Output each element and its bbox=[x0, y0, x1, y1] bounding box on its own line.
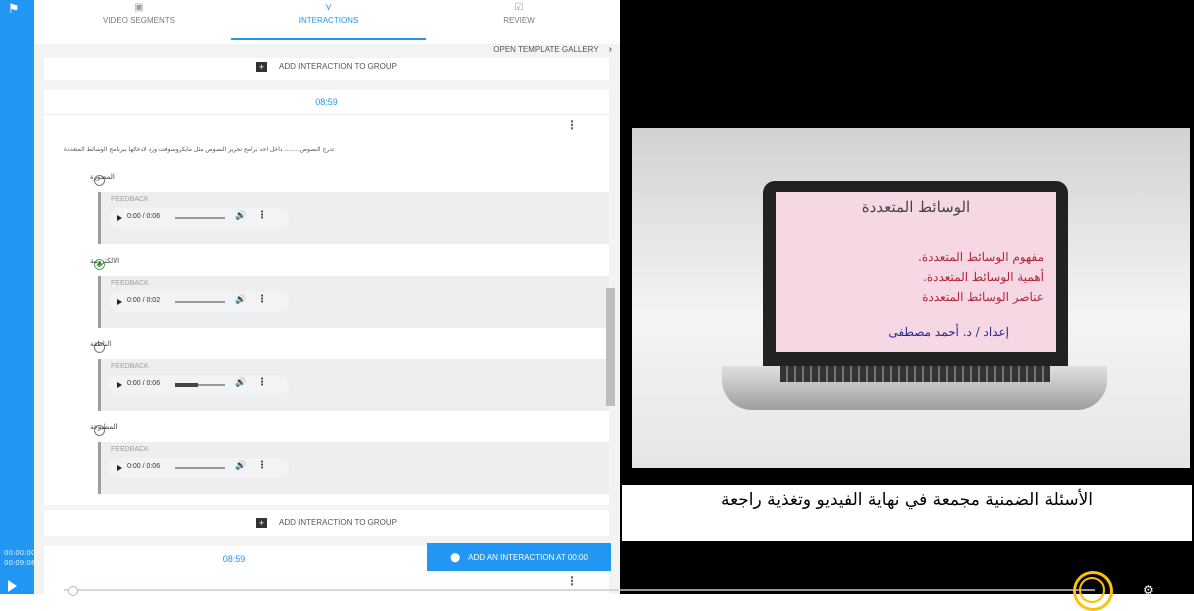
audio-progress bbox=[175, 383, 198, 387]
audio-player[interactable]: 0:00 / 0:06 🔊 ⋮ bbox=[109, 458, 289, 478]
more-options-icon[interactable]: ⋮ bbox=[257, 210, 267, 221]
total-time: 00:09:08 bbox=[4, 559, 36, 567]
audio-time: 0:00 / 0:02 bbox=[127, 297, 161, 304]
play-icon[interactable] bbox=[117, 465, 122, 471]
timeline-track[interactable] bbox=[34, 586, 619, 596]
feedback-box: FEEDBACK 0:00 / 0:06 🔊 ⋮ bbox=[98, 359, 609, 411]
feedback-label: FEEDBACK bbox=[111, 363, 149, 370]
audio-player[interactable]: 0:00 / 0:06 🔊 ⋮ bbox=[109, 375, 289, 395]
video-caption: الأسئلة الضمنية مجمعة في نهاية الفيديو و… bbox=[622, 485, 1192, 541]
review-icon: ☑ bbox=[514, 2, 524, 13]
add-interaction-to-group-button[interactable]: + ADD INTERACTION TO GROUP bbox=[44, 510, 609, 536]
audio-time: 0:00 / 0:06 bbox=[127, 463, 161, 470]
feedback-box: FEEDBACK 0:00 / 0:06 🔊 ⋮ bbox=[98, 192, 609, 244]
feedback-box: FEEDBACK 0:00 / 0:02 🔊 ⋮ bbox=[98, 276, 609, 328]
question-text: تدرج النصوص........ داخل احد برامج تحرير… bbox=[64, 146, 335, 153]
timeline-line bbox=[64, 589, 619, 591]
interaction-timestamp[interactable]: 08:59 bbox=[44, 546, 424, 572]
location-pin-icon: ⬤ bbox=[450, 552, 461, 562]
slide-line: أهمية الوسائط المتعددة. bbox=[923, 270, 1044, 284]
feedback-label: FEEDBACK bbox=[111, 280, 149, 287]
tab-bar: ▣ VIDEO SEGMENTS ⋎ INTERACTIONS ☑ REVIEW bbox=[34, 0, 620, 44]
video-icon: ▣ bbox=[134, 2, 144, 13]
more-options-icon[interactable]: ⋮ bbox=[257, 294, 267, 305]
open-template-gallery-link[interactable]: OPEN TEMPLATE GALLERY › bbox=[493, 44, 612, 55]
active-tab-indicator bbox=[231, 38, 426, 40]
option-label: الالكترونية bbox=[90, 257, 120, 265]
volume-icon[interactable]: 🔊 bbox=[235, 295, 246, 305]
audio-player[interactable]: 0:00 / 0:06 🔊 ⋮ bbox=[109, 208, 289, 228]
add-group-label: ADD INTERACTION TO GROUP bbox=[279, 518, 397, 527]
play-icon[interactable] bbox=[117, 215, 122, 221]
left-rail: ⚑ 00:00:00 00:09:08 bbox=[0, 0, 35, 594]
tab-label: REVIEW bbox=[503, 16, 535, 25]
slide-author: إعداد / د. أحمد مصطفى bbox=[888, 325, 1009, 339]
add-interaction-at-time-button[interactable]: ⬤ ADD AN INTERACTION AT 00:00 bbox=[427, 543, 611, 571]
volume-icon[interactable]: 🔊 bbox=[235, 461, 246, 471]
audio-time: 0:00 / 0:06 bbox=[127, 213, 161, 220]
slide-line: مفهوم الوسائط المتعددة. bbox=[918, 250, 1044, 264]
laptop-keyboard bbox=[780, 366, 1050, 382]
audio-seek-bar[interactable] bbox=[175, 217, 225, 219]
option-label: المصورة bbox=[90, 173, 115, 181]
audio-time: 0:00 / 0:06 bbox=[127, 380, 161, 387]
logo-icon: ⚑ bbox=[8, 2, 20, 17]
tab-video-segments[interactable]: ▣ VIDEO SEGMENTS bbox=[64, 0, 214, 40]
video-time-readout: 00:00:00 00:09:08 bbox=[4, 548, 35, 568]
interactions-icon: ⋎ bbox=[324, 2, 333, 13]
option-label: الناطقة bbox=[90, 340, 112, 348]
add-group-icon: + bbox=[256, 61, 268, 72]
option-label: المطبوعة bbox=[90, 423, 118, 431]
play-icon[interactable] bbox=[8, 580, 17, 592]
feedback-label: FEEDBACK bbox=[111, 446, 149, 453]
chevron-right-icon: › bbox=[608, 44, 612, 55]
highlight-circle-inner bbox=[1079, 577, 1105, 603]
audio-player[interactable]: 0:00 / 0:02 🔊 ⋮ bbox=[109, 292, 289, 312]
video-seek-bar[interactable] bbox=[620, 589, 1095, 591]
more-options-icon[interactable]: ⋮ bbox=[566, 118, 578, 132]
audio-seek-bar[interactable] bbox=[175, 301, 225, 303]
add-group-label: ADD INTERACTION TO GROUP bbox=[279, 62, 397, 71]
add-interaction-to-group-button[interactable]: + ADD INTERACTION TO GROUP bbox=[44, 58, 609, 80]
tab-review[interactable]: ☑ REVIEW bbox=[444, 0, 594, 40]
interaction-timestamp[interactable]: 08:59 bbox=[44, 90, 609, 115]
audio-seek-bar[interactable] bbox=[175, 383, 225, 387]
feedback-box: FEEDBACK 0:00 / 0:06 🔊 ⋮ bbox=[98, 442, 609, 494]
volume-icon[interactable]: 🔊 bbox=[235, 378, 246, 388]
slide-title: الوسائط المتعددة bbox=[861, 198, 971, 216]
tab-interactions[interactable]: ⋎ INTERACTIONS bbox=[231, 0, 426, 40]
current-time: 00:00:00 bbox=[4, 549, 36, 557]
add-group-icon: + bbox=[256, 517, 268, 528]
gear-icon[interactable]: ⚙ bbox=[1143, 583, 1154, 597]
interactions-panel: ▣ VIDEO SEGMENTS ⋎ INTERACTIONS ☑ REVIEW… bbox=[34, 0, 620, 594]
add-interaction-label: ADD AN INTERACTION AT 00:00 bbox=[468, 553, 588, 562]
slide-line: عناصر الوسائط المتعددة bbox=[922, 290, 1044, 304]
feedback-label: FEEDBACK bbox=[111, 196, 149, 203]
panel-scrollbar[interactable] bbox=[606, 288, 615, 406]
play-icon[interactable] bbox=[117, 299, 122, 305]
audio-seek-bar[interactable] bbox=[175, 467, 225, 469]
more-options-icon[interactable]: ⋮ bbox=[257, 460, 267, 471]
timeline-handle[interactable] bbox=[68, 586, 78, 596]
more-options-icon[interactable]: ⋮ bbox=[257, 377, 267, 388]
tab-label: VIDEO SEGMENTS bbox=[102, 16, 175, 25]
play-icon[interactable] bbox=[117, 382, 122, 388]
gallery-link-label: OPEN TEMPLATE GALLERY bbox=[493, 45, 599, 54]
tab-label: INTERACTIONS bbox=[298, 16, 359, 25]
volume-icon[interactable]: 🔊 bbox=[235, 211, 246, 221]
